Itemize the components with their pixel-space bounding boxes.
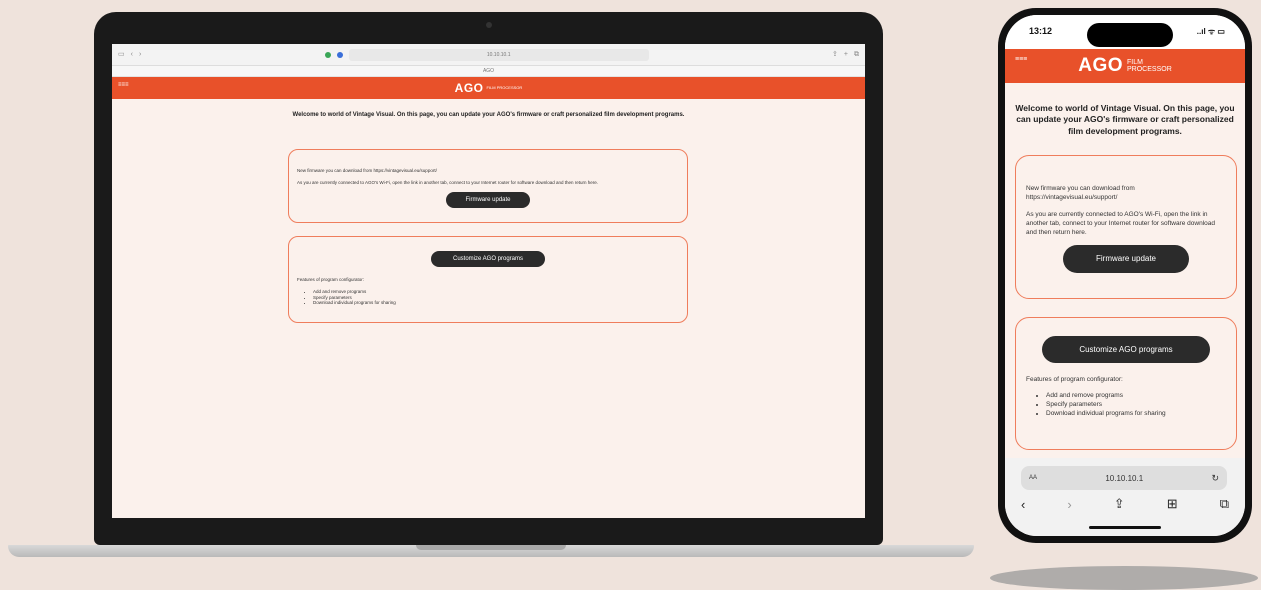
reader-options-button[interactable]: AA xyxy=(1029,475,1037,481)
menu-icon[interactable]: ≡≡≡ xyxy=(118,82,129,88)
list-item: Specify parameters xyxy=(1046,401,1226,410)
logo: AGO xyxy=(1078,55,1124,76)
add-tab-icon[interactable]: + xyxy=(844,51,848,58)
back-icon[interactable]: ‹ xyxy=(1021,497,1025,512)
firmware-card: New firmware you can download from https… xyxy=(1015,155,1237,299)
firmware-card: New firmware you can download from https… xyxy=(288,149,688,223)
shield-icon[interactable] xyxy=(336,51,343,58)
forward-icon[interactable]: › xyxy=(139,51,141,58)
program-card: Customize AGO programs Features of progr… xyxy=(288,236,688,323)
safari-nav: ‹ › ⇪ ⊞ ⧉ xyxy=(1015,496,1235,512)
tabs-icon[interactable]: ⧉ xyxy=(1220,496,1229,512)
camera-icon xyxy=(486,22,492,28)
list-item: Download individual programs for sharing xyxy=(1046,410,1226,419)
logo-subtitle-line1: FILM xyxy=(1127,58,1143,66)
address-bar[interactable]: AA 10.10.10.1 ↻ xyxy=(1021,466,1227,490)
menu-icon[interactable]: ≡≡≡ xyxy=(1015,56,1027,64)
firmware-update-button[interactable]: Firmware update xyxy=(446,192,530,208)
safari-bottom-bar: AA 10.10.10.1 ↻ ‹ › ⇪ ⊞ ⧉ xyxy=(1005,458,1245,536)
logo-subtitle: FILM PROCESSOR xyxy=(1127,59,1172,74)
phone-screen: 13:12 ..ıl ᯤ ▭ ≡≡≡ AGO FILM PROCESSOR We… xyxy=(1005,15,1245,536)
address-text: 10.10.10.1 xyxy=(1105,473,1144,483)
app-header: ≡≡≡ AGO FILM PROCESSOR xyxy=(112,77,865,99)
customize-programs-button[interactable]: Customize AGO programs xyxy=(1042,336,1210,364)
dynamic-island xyxy=(1087,23,1173,47)
logo-subtitle: FILM PROCESSOR xyxy=(486,85,523,90)
phone-shadow xyxy=(990,566,1258,590)
browser-toolbar: ▭ ‹ › 10.10.10.1 ⇪ + ⧉ xyxy=(112,44,865,66)
features-list: Add and remove programs Specify paramete… xyxy=(1046,392,1226,418)
laptop-notch xyxy=(416,545,566,550)
share-icon[interactable]: ⇪ xyxy=(832,51,838,58)
signal-battery-icon: ..ıl ᯤ ▭ xyxy=(1196,27,1225,36)
tab-ago[interactable]: AGO xyxy=(483,68,494,74)
app-header: ≡≡≡ AGO FILM PROCESSOR xyxy=(1005,49,1245,83)
firmware-download-text: New firmware you can download from https… xyxy=(297,168,437,173)
firmware-download-text: New firmware you can download from https… xyxy=(1026,185,1135,202)
list-item: Add and remove programs xyxy=(1046,392,1226,401)
firmware-update-button[interactable]: Firmware update xyxy=(1063,245,1189,273)
tabs-icon[interactable]: ⧉ xyxy=(854,51,859,58)
home-indicator xyxy=(1089,526,1161,529)
logo: AGO xyxy=(454,81,484,95)
sidebar-icon[interactable]: ▭ xyxy=(118,51,125,58)
bookmarks-icon[interactable]: ⊞ xyxy=(1167,496,1178,512)
tab-strip: AGO xyxy=(112,66,865,77)
firmware-connected-text: As you are currently connected to AGO's … xyxy=(1026,211,1215,237)
share-icon[interactable]: ⇪ xyxy=(1114,496,1125,512)
firmware-connected-text: As you are currently connected to AGO's … xyxy=(297,180,599,185)
program-card: Customize AGO programs Features of progr… xyxy=(1015,317,1237,450)
features-list: Add and remove programs Specify paramete… xyxy=(313,289,679,306)
customize-programs-button[interactable]: Customize AGO programs xyxy=(431,251,545,267)
welcome-text: Welcome to world of Vintage Visual. On t… xyxy=(1015,103,1235,136)
laptop-device: ▭ ‹ › 10.10.10.1 ⇪ + ⧉ AGO ≡≡≡ AGO FILM … xyxy=(94,12,883,545)
laptop-base xyxy=(8,545,974,557)
address-bar[interactable]: 10.10.10.1 xyxy=(348,48,649,61)
address-text: 10.10.10.1 xyxy=(486,51,511,58)
reload-icon[interactable]: ↻ xyxy=(1211,473,1219,484)
laptop-screen: ▭ ‹ › 10.10.10.1 ⇪ + ⧉ AGO ≡≡≡ AGO FILM … xyxy=(112,44,865,518)
logo-subtitle-line2: PROCESSOR xyxy=(1127,66,1172,73)
extension-icon[interactable] xyxy=(324,51,331,58)
list-item: Download individual programs for sharing xyxy=(313,300,679,306)
status-time: 13:12 xyxy=(1029,26,1053,36)
back-icon[interactable]: ‹ xyxy=(131,51,133,58)
phone-device: 13:12 ..ıl ᯤ ▭ ≡≡≡ AGO FILM PROCESSOR We… xyxy=(998,8,1252,543)
features-label: Features of program configurator: xyxy=(297,277,365,282)
status-bar: 13:12 ..ıl ᯤ ▭ xyxy=(1005,15,1245,49)
welcome-text: Welcome to world of Vintage Visual. On t… xyxy=(292,112,685,118)
features-label: Features of program configurator: xyxy=(1026,376,1123,384)
forward-icon[interactable]: › xyxy=(1067,497,1071,512)
